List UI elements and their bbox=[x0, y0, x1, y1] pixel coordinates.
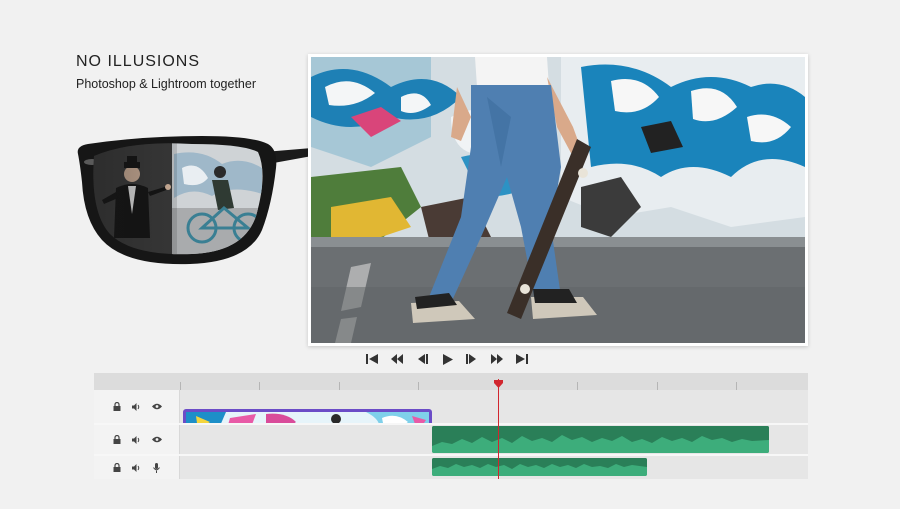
audio-track bbox=[94, 425, 808, 454]
ruler-tick bbox=[577, 382, 578, 390]
headline-title: NO ILLUSIONS bbox=[76, 53, 201, 70]
headline: NO ILLUSIONS Photoshop & Lightroom toget… bbox=[76, 53, 256, 91]
step-back-icon[interactable] bbox=[414, 351, 430, 367]
skip-to-start-icon[interactable] bbox=[364, 351, 380, 367]
ruler-tick bbox=[736, 382, 737, 390]
preview-frame-image bbox=[311, 57, 805, 343]
sunglasses-illustration bbox=[77, 136, 312, 265]
audio-track-header bbox=[94, 425, 180, 454]
video-track-header bbox=[94, 390, 180, 423]
microphone-icon[interactable] bbox=[152, 462, 162, 473]
next-frame-icon[interactable] bbox=[489, 351, 505, 367]
eye-icon[interactable] bbox=[151, 435, 162, 445]
lock-icon[interactable] bbox=[112, 435, 122, 445]
ruler-tick bbox=[180, 382, 181, 390]
eye-icon[interactable] bbox=[151, 402, 162, 412]
ruler-tick bbox=[418, 382, 419, 390]
voice-track bbox=[94, 456, 808, 479]
playhead-handle[interactable] bbox=[494, 375, 503, 388]
ruler-tick bbox=[339, 382, 340, 390]
speaker-icon[interactable] bbox=[132, 435, 142, 445]
playhead-line bbox=[498, 379, 499, 479]
lock-icon[interactable] bbox=[112, 402, 122, 412]
lock-icon[interactable] bbox=[112, 463, 122, 473]
previous-frame-icon[interactable] bbox=[389, 351, 405, 367]
timeline bbox=[94, 373, 808, 479]
ruler-tick bbox=[259, 382, 260, 390]
video-track bbox=[94, 390, 808, 438]
speaker-icon[interactable] bbox=[132, 402, 142, 412]
audio-clip-music[interactable] bbox=[432, 426, 769, 453]
play-icon[interactable] bbox=[439, 351, 455, 367]
audio-clip-voice[interactable] bbox=[432, 458, 647, 476]
timeline-ruler[interactable] bbox=[94, 373, 808, 390]
ruler-tick bbox=[657, 382, 658, 390]
step-forward-icon[interactable] bbox=[464, 351, 480, 367]
speaker-icon[interactable] bbox=[132, 463, 142, 473]
transport-controls bbox=[364, 350, 530, 368]
video-preview bbox=[308, 54, 808, 346]
skip-to-end-icon[interactable] bbox=[514, 351, 530, 367]
headline-subtitle: Photoshop & Lightroom together bbox=[76, 77, 256, 91]
voice-track-header bbox=[94, 456, 180, 479]
